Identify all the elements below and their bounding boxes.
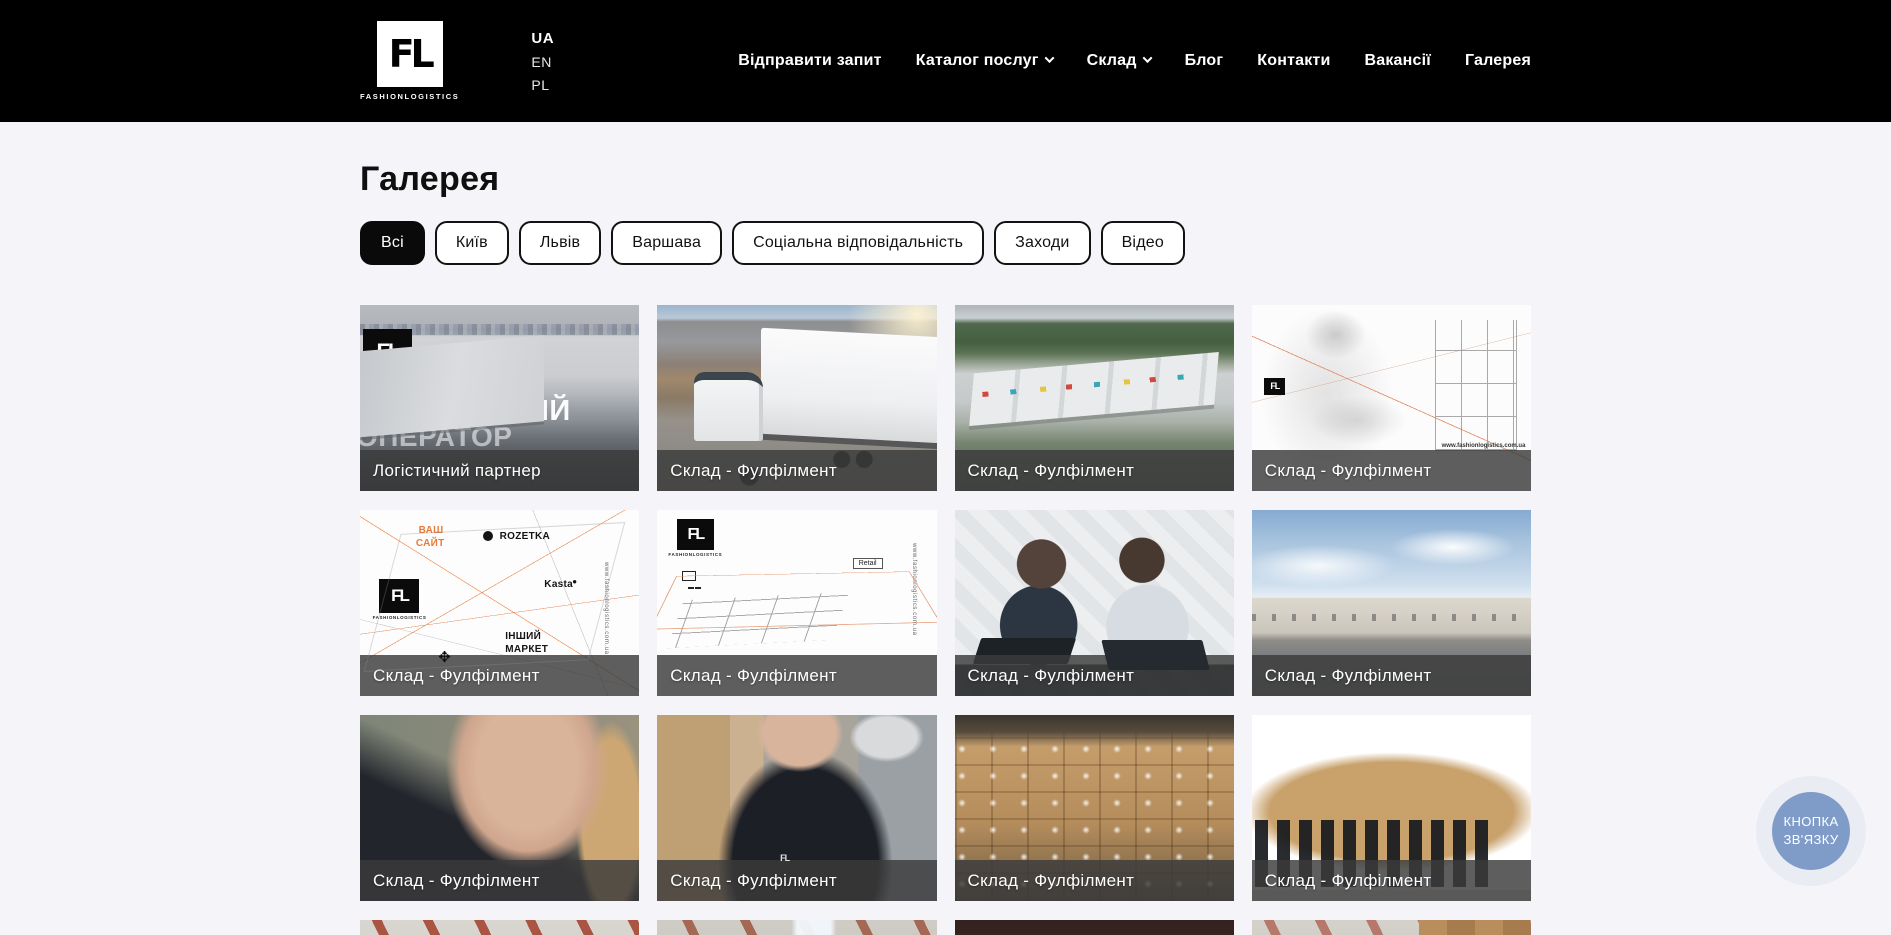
site-url-label: www.fashionlogistics.com.ua (1442, 443, 1526, 449)
gallery-tile[interactable]: Склад - Фулфілмент (955, 305, 1234, 491)
nav-item[interactable]: Блог (1185, 52, 1224, 70)
gallery-tile[interactable]: Склад - Фулфілмент FL (657, 715, 936, 901)
nav-item-label: Вакансії (1365, 52, 1431, 70)
site-logo[interactable]: FL FASHIONLOGISTICS (360, 21, 459, 101)
nav-item-label: Блог (1185, 52, 1224, 70)
site-url-label: www.fashionlogistics.com.ua (911, 543, 917, 636)
gallery-tile[interactable]: FL FASHIONLOGISTICS Склад - Фулфілмент R… (657, 510, 936, 696)
nav-item-label: Відправити запит (738, 52, 881, 70)
logo-monogram: FL (363, 329, 412, 374)
nav-item[interactable]: Вакансії (1365, 52, 1431, 70)
filter-button[interactable]: Соціальна відповідальність (732, 221, 984, 265)
nav-item-label: Каталог послуг (916, 52, 1039, 70)
tile-caption: Склад - Фулфілмент (360, 655, 639, 696)
nav-item[interactable]: Контакти (1257, 52, 1330, 70)
other-market-label: ІНШИЙ (505, 631, 541, 642)
tile-caption: Склад - Фулфілмент (1252, 860, 1531, 901)
filter-button[interactable]: Відео (1101, 221, 1185, 265)
language-switcher: UA EN PL (531, 30, 554, 93)
tile-caption: Склад - Фулфілмент (657, 655, 936, 696)
page-title: Галерея (360, 160, 1531, 199)
main-nav: Відправити запит Каталог послуг Склад Бл… (738, 52, 1531, 70)
logo-monogram: FL (1264, 378, 1285, 395)
other-market-label: МАРКЕТ (505, 644, 548, 655)
play-icon[interactable] (472, 359, 528, 415)
gallery-tile[interactable]: Склад - Фулфілмент (657, 305, 936, 491)
chevron-down-icon (1142, 53, 1152, 63)
gallery-tile[interactable] (1252, 920, 1531, 935)
logo-monogram: FL (677, 519, 714, 550)
gallery-tile[interactable]: FL FASHIONLOGISTICS ЛОГІСТИЧНИЙ ОПЕРАТОР… (360, 305, 639, 491)
gallery-filters: ВсіКиївЛьвівВаршаваСоціальна відповідаль… (360, 221, 1531, 265)
gallery-tile[interactable]: Склад - Фулфілмент (1252, 510, 1531, 696)
video-overlay-title: ЛОГІСТИЧНИЙ ОПЕРАТОР (360, 398, 571, 450)
tile-caption: Склад - Фулфілмент (657, 450, 936, 491)
tile-brand-logo: FL (1264, 378, 1285, 397)
tile-caption: Логістичний партнер (360, 450, 639, 491)
rozetka-label: ROZETKA (500, 531, 550, 542)
filter-button[interactable]: Всі (360, 221, 425, 265)
logo-monogram: FL (377, 21, 443, 87)
nav-item[interactable]: Відправити запит (738, 52, 881, 70)
gallery-tile[interactable]: FL Склад - Фулфілмент www.fashionlogisti… (1252, 305, 1531, 491)
cart-icon (682, 571, 696, 581)
kasta-logo-icon: ● (572, 577, 577, 586)
nav-item-label: Галерея (1465, 52, 1531, 70)
tile-brand-logo: FL FASHIONLOGISTICS (361, 329, 415, 381)
filter-button[interactable]: Варшава (611, 221, 722, 265)
tile-caption: Склад - Фулфілмент (955, 860, 1234, 901)
filter-button[interactable]: Київ (435, 221, 509, 265)
tile-caption: Склад - Фулфілмент (1252, 655, 1531, 696)
gallery-tile[interactable]: Склад - Фулфілмент (955, 715, 1234, 901)
nav-item-label: Контакти (1257, 52, 1330, 70)
tile-brand-logo: FL FASHIONLOGISTICS (373, 579, 427, 620)
move-cursor-icon: ✥ (438, 648, 451, 666)
logo-wordmark: FASHIONLOGISTICS (668, 552, 722, 557)
rozetka-logo-icon (483, 531, 493, 541)
nav-item[interactable]: Галерея (1465, 52, 1531, 70)
gallery-tile[interactable] (955, 920, 1234, 935)
gallery-grid: FL FASHIONLOGISTICS ЛОГІСТИЧНИЙ ОПЕРАТОР… (360, 305, 1531, 935)
gallery-tile[interactable] (657, 920, 936, 935)
language-option[interactable]: EN (531, 54, 554, 70)
tile-caption: Склад - Фулфілмент (657, 860, 936, 901)
logo-monogram: FL (379, 579, 419, 613)
filter-button[interactable]: Заходи (994, 221, 1090, 265)
gallery-tile[interactable]: Склад - Фулфілмент (955, 510, 1234, 696)
language-option[interactable]: PL (531, 77, 554, 93)
chevron-down-icon (1044, 53, 1054, 63)
contact-button[interactable]: КНОПКА ЗВ'ЯЗКУ (1772, 792, 1850, 870)
logo-wordmark: FASHIONLOGISTICS (361, 376, 415, 381)
tile-caption: Склад - Фулфілмент (1252, 450, 1531, 491)
gallery-tile[interactable]: FL FASHIONLOGISTICS Склад - Фулфілмент В… (360, 510, 639, 696)
nav-item-label: Склад (1087, 52, 1137, 70)
language-option[interactable]: UA (531, 30, 554, 47)
tile-caption: Склад - Фулфілмент (955, 450, 1234, 491)
tile-caption: Склад - Фулфілмент (955, 655, 1234, 696)
site-url-label: www.fashionlogistics.com.ua (603, 562, 609, 655)
tile-caption: Склад - Фулфілмент (360, 860, 639, 901)
your-site-label: ВАШ (419, 525, 444, 536)
nav-item[interactable]: Склад (1087, 52, 1151, 70)
site-header: FL FASHIONLOGISTICS UA EN PL Відправити за… (0, 0, 1891, 122)
retail-label: Retail (853, 558, 883, 569)
shirt-logo: FL (780, 853, 789, 863)
your-site-label: САЙТ (416, 538, 445, 549)
gallery-page: Галерея ВсіКиївЛьвівВаршаваСоціальна від… (360, 160, 1531, 935)
filter-button[interactable]: Львів (519, 221, 601, 265)
gallery-tile[interactable]: Склад - Фулфілмент (1252, 715, 1531, 901)
gallery-tile[interactable] (360, 920, 639, 935)
tile-brand-logo: FL FASHIONLOGISTICS (668, 519, 722, 557)
logo-wordmark: FASHIONLOGISTICS (373, 615, 427, 620)
kasta-label: Kasta (544, 579, 573, 590)
logo-wordmark: FASHIONLOGISTICS (360, 92, 459, 101)
gallery-tile[interactable]: Склад - Фулфілмент (360, 715, 639, 901)
nav-item[interactable]: Каталог послуг (916, 52, 1053, 70)
